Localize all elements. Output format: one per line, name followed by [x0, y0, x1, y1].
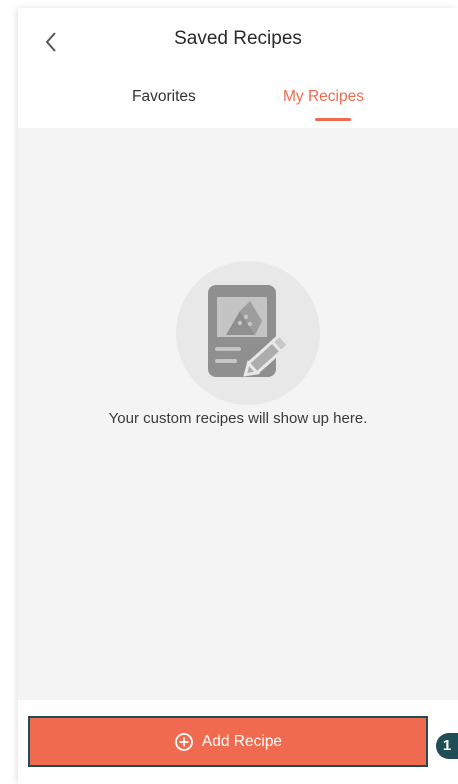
- header: Saved Recipes Favorites My Recipes: [18, 8, 458, 128]
- active-tab-indicator: [315, 118, 351, 121]
- empty-state-message: Your custom recipes will show up here.: [108, 410, 368, 427]
- app-screen: Saved Recipes Favorites My Recipes Your …: [18, 8, 458, 784]
- plus-circle-icon: [175, 732, 193, 751]
- add-recipe-label: Add Recipe: [201, 732, 283, 750]
- add-recipe-button[interactable]: Add Recipe: [28, 716, 428, 767]
- tab-favorites[interactable]: Favorites: [132, 88, 196, 106]
- recipe-document-icon: [176, 261, 320, 405]
- step-badge: 1: [436, 733, 458, 759]
- page-title: Saved Recipes: [174, 28, 302, 49]
- tab-my-recipes[interactable]: My Recipes: [283, 88, 364, 106]
